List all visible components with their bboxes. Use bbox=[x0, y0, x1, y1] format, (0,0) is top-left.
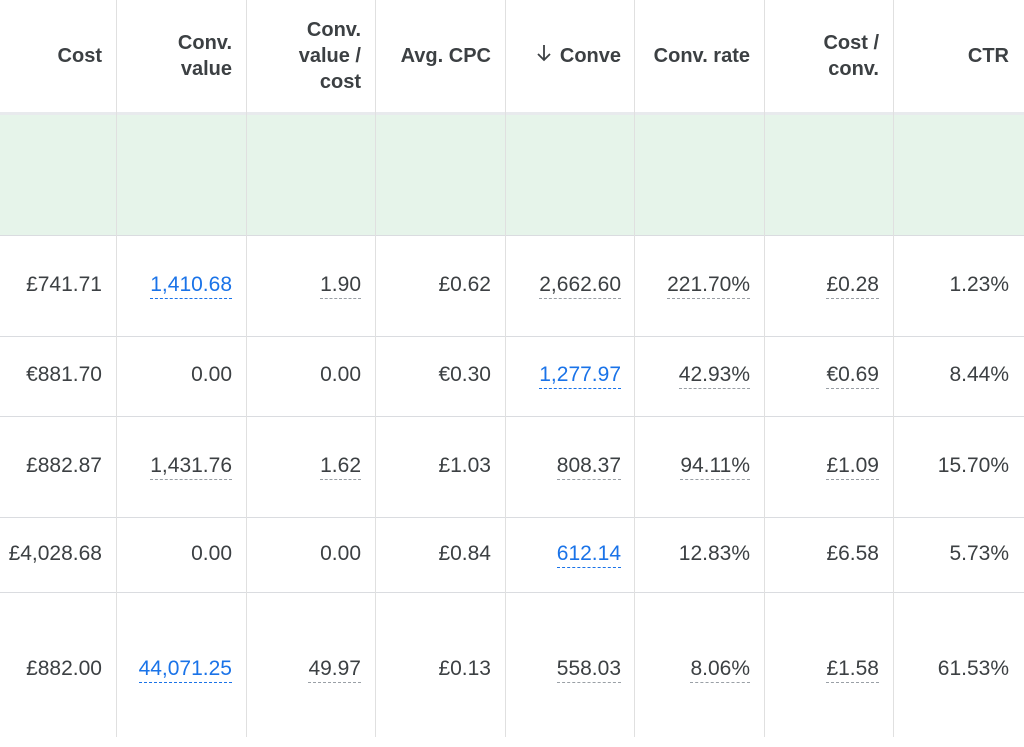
table-cell: 0.00 bbox=[191, 541, 232, 565]
table-cell: 0.00 bbox=[320, 541, 361, 565]
report-table: Cost Conv. value Conv. value / cost Avg.… bbox=[0, 0, 1024, 737]
table-cell: 1,431.76 bbox=[116, 416, 232, 517]
table-cell: 8.44% bbox=[949, 363, 1009, 386]
table-cell[interactable]: 44,071.25 bbox=[116, 592, 232, 747]
table-cell[interactable]: 1,277.97 bbox=[505, 336, 621, 416]
table-cell: £1.09 bbox=[764, 416, 879, 517]
table-cell: 2,662.60 bbox=[505, 235, 621, 336]
table-cell: £0.28 bbox=[764, 235, 879, 336]
table-cell: 5.73% bbox=[949, 541, 1009, 565]
summary-row bbox=[0, 115, 1024, 235]
table-cell: €0.30 bbox=[438, 363, 491, 386]
header-label: conv. bbox=[828, 58, 879, 80]
table-cell: £882.87 bbox=[26, 453, 102, 477]
header-label: Conv. rate bbox=[653, 45, 750, 67]
table-cell: 12.83% bbox=[678, 541, 750, 565]
header-ctr[interactable]: CTR bbox=[893, 0, 1009, 112]
header-cost-per-conv[interactable]: Cost / conv. bbox=[764, 0, 879, 112]
table-cell: £0.62 bbox=[438, 272, 491, 296]
table-cell: £0.13 bbox=[438, 656, 491, 680]
table-cell: 1.62 bbox=[246, 416, 361, 517]
header-label: Cost / bbox=[823, 32, 879, 54]
table-cell: 61.53% bbox=[937, 656, 1009, 680]
table-cell: £1.58 bbox=[764, 592, 879, 747]
table-cell: 558.03 bbox=[505, 592, 621, 747]
table-cell: 15.70% bbox=[937, 453, 1009, 477]
table-cell: 221.70% bbox=[634, 235, 750, 336]
table-cell: £6.58 bbox=[826, 541, 879, 565]
header-conv-value-cost[interactable]: Conv. value / cost bbox=[246, 0, 361, 112]
table-cell: £1.03 bbox=[438, 453, 491, 477]
header-label: Conve bbox=[559, 45, 621, 67]
header-label: Cost bbox=[57, 45, 102, 67]
table-cell[interactable]: 1,410.68 bbox=[116, 235, 232, 336]
header-label: value / bbox=[298, 45, 361, 67]
header-divider bbox=[0, 112, 1024, 115]
table-cell: 808.37 bbox=[505, 416, 621, 517]
arrow-down-icon bbox=[536, 43, 552, 69]
header-label: Avg. CPC bbox=[400, 45, 491, 67]
table-cell: 42.93% bbox=[634, 336, 750, 416]
table-cell: 1.90 bbox=[246, 235, 361, 336]
header-label: CTR bbox=[967, 45, 1009, 67]
header-conv-value[interactable]: Conv. value bbox=[116, 0, 232, 112]
table-cell: €881.70 bbox=[26, 363, 102, 386]
header-label: Conv. bbox=[177, 32, 232, 54]
table-cell: £4,028.68 bbox=[8, 541, 102, 565]
table-cell: 0.00 bbox=[320, 363, 361, 386]
table-cell: £741.71 bbox=[26, 272, 102, 296]
header-cost[interactable]: Cost bbox=[0, 0, 102, 112]
header-label: value bbox=[180, 58, 232, 80]
table-cell: 49.97 bbox=[246, 592, 361, 747]
table-cell: £882.00 bbox=[26, 656, 102, 680]
table-cell[interactable]: 612.14 bbox=[505, 517, 621, 592]
header-label: cost bbox=[319, 71, 361, 93]
table-cell: 8.06% bbox=[634, 592, 750, 747]
header-conv-rate[interactable]: Conv. rate bbox=[634, 0, 750, 112]
header-avg-cpc[interactable]: Avg. CPC bbox=[375, 0, 491, 112]
table-cell: €0.69 bbox=[764, 336, 879, 416]
header-label: Conv. bbox=[306, 19, 361, 41]
header-conversions[interactable]: Conve bbox=[505, 0, 621, 112]
table-cell: 1.23% bbox=[949, 272, 1009, 296]
table-cell: £0.84 bbox=[438, 541, 491, 565]
table-cell: 0.00 bbox=[191, 363, 232, 386]
table-cell: 94.11% bbox=[634, 416, 750, 517]
